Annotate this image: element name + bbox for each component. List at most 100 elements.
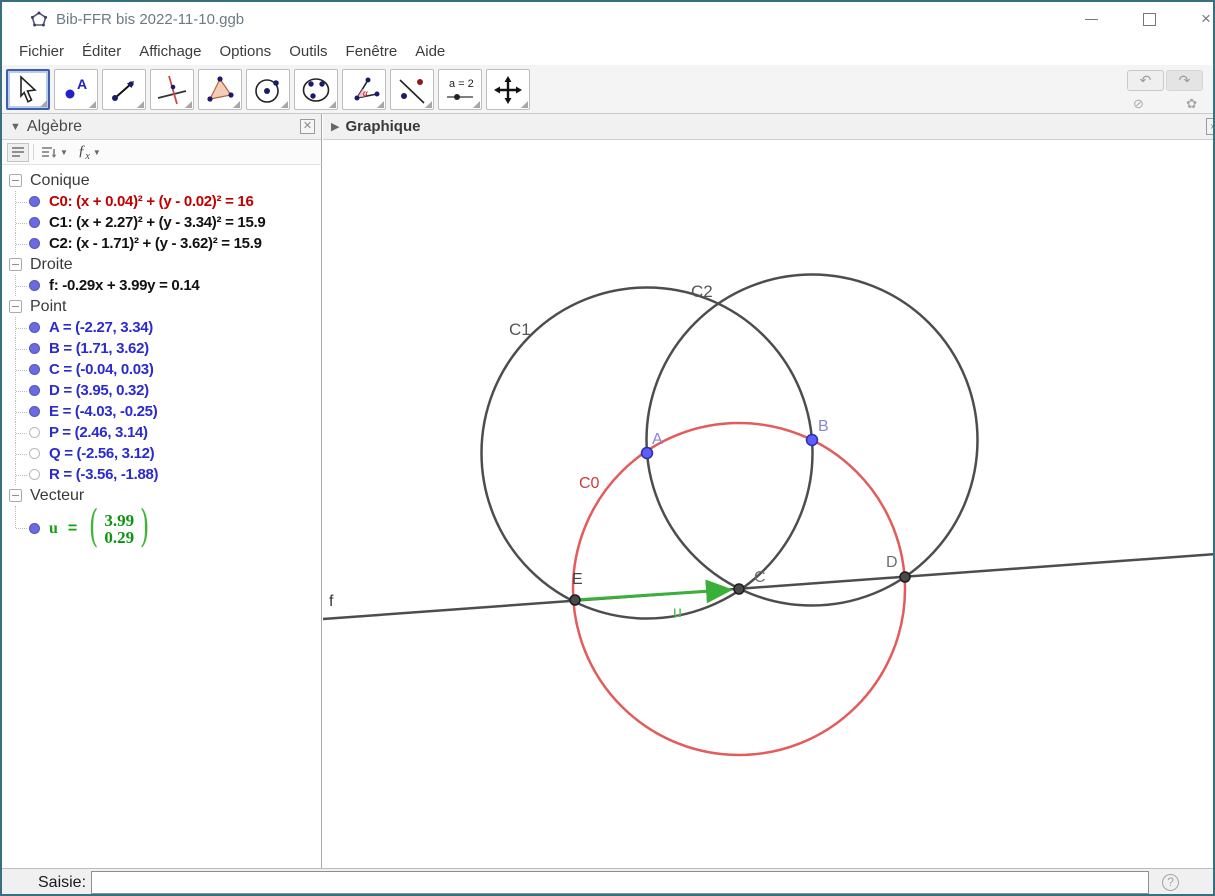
- collapse-box-icon[interactable]: [9, 300, 22, 313]
- menu-options[interactable]: Options: [210, 43, 280, 60]
- conic-tool-button[interactable]: [294, 69, 338, 110]
- object-Q[interactable]: Q = (-2.56, 3.12): [2, 443, 321, 464]
- move-tool-button[interactable]: [6, 69, 50, 110]
- angle-tool-button[interactable]: α: [342, 69, 386, 110]
- object-R[interactable]: R = (-3.56, -1.88): [2, 464, 321, 485]
- help-icon[interactable]: ⊘: [1133, 96, 1144, 112]
- right-paren: ): [140, 507, 149, 547]
- group-point[interactable]: Point: [2, 296, 321, 317]
- conic-icon: [300, 74, 332, 106]
- point-C[interactable]: [734, 584, 744, 594]
- graphics-panel-header: ▶ Graphique ›: [323, 114, 1215, 140]
- polygon-icon: [204, 74, 236, 106]
- redo-button[interactable]: ↷: [1166, 70, 1203, 91]
- object-C2[interactable]: C2: (x - 1.71)² + (y - 3.62)² = 15.9: [2, 233, 321, 254]
- visibility-dot-icon[interactable]: [29, 280, 40, 291]
- polygon-tool-button[interactable]: [198, 69, 242, 110]
- object-A[interactable]: A = (-2.27, 3.34): [2, 317, 321, 338]
- algebra-style-bar: ▼ ƒx▼: [2, 140, 322, 165]
- title-bar: Bib-FFR bis 2022-11-10.ggb ×: [2, 2, 1213, 38]
- point-A[interactable]: [642, 448, 653, 459]
- construction-drawing: C1 C2 C0 A B C D E u f: [323, 140, 1215, 868]
- visibility-dot-icon[interactable]: [29, 427, 40, 438]
- menu-editer[interactable]: Éditer: [73, 43, 130, 60]
- label-A: A: [652, 431, 663, 448]
- move-graphics-view-icon: [492, 74, 524, 106]
- menu-fichier[interactable]: Fichier: [10, 43, 73, 60]
- visibility-dot-icon[interactable]: [29, 322, 40, 333]
- close-button[interactable]: ×: [1183, 2, 1215, 36]
- object-C[interactable]: C = (-0.04, 0.03): [2, 359, 321, 380]
- visibility-dot-icon[interactable]: [29, 523, 40, 534]
- visibility-dot-icon[interactable]: [29, 469, 40, 480]
- visibility-dot-icon[interactable]: [29, 343, 40, 354]
- input-help-icon[interactable]: ?: [1162, 874, 1179, 891]
- move-view-tool-button[interactable]: [486, 69, 530, 110]
- menu-fenetre[interactable]: Fenêtre: [337, 43, 407, 60]
- circle-tool-button[interactable]: [246, 69, 290, 110]
- object-f[interactable]: f: -0.29x + 3.99y = 0.14: [2, 275, 321, 296]
- slider-tool-button[interactable]: a = 2: [438, 69, 482, 110]
- algebra-close-icon[interactable]: ✕: [300, 119, 315, 134]
- settings-gear-icon[interactable]: ✿: [1186, 96, 1197, 112]
- visibility-dot-icon[interactable]: [29, 364, 40, 375]
- collapse-box-icon[interactable]: [9, 258, 22, 271]
- graphics-panel-title: Graphique: [345, 118, 420, 135]
- visibility-dot-icon[interactable]: [29, 217, 40, 228]
- collapse-box-icon[interactable]: [9, 174, 22, 187]
- reflect-about-line-icon: [396, 74, 428, 106]
- expand-triangle-icon[interactable]: ▶: [331, 120, 339, 133]
- point-B[interactable]: [807, 435, 818, 446]
- svg-text:α: α: [363, 88, 368, 98]
- angle-icon: α: [348, 74, 380, 106]
- visibility-dot-icon[interactable]: [29, 406, 40, 417]
- vector-icon: [108, 74, 140, 106]
- point-D[interactable]: [900, 572, 910, 582]
- reflect-tool-button[interactable]: [390, 69, 434, 110]
- object-E[interactable]: E = (-4.03, -0.25): [2, 401, 321, 422]
- object-C0[interactable]: C0: (x + 0.04)² + (y - 0.02)² = 16: [2, 191, 321, 212]
- sort-objects-icon[interactable]: ▼: [38, 143, 71, 162]
- label-D: D: [886, 554, 898, 571]
- vector-tool-button[interactable]: [102, 69, 146, 110]
- menu-bar: Fichier Éditer Affichage Options Outils …: [2, 38, 1213, 65]
- visibility-dot-icon[interactable]: [29, 238, 40, 249]
- group-vecteur[interactable]: Vecteur: [2, 485, 321, 506]
- group-conique[interactable]: Conique: [2, 170, 321, 191]
- point-icon: A: [60, 74, 92, 106]
- visibility-dot-icon[interactable]: [29, 196, 40, 207]
- label-B: B: [818, 418, 829, 435]
- perpendicular-line-icon: [156, 74, 188, 106]
- label-C2: C2: [691, 282, 713, 301]
- object-P[interactable]: P = (2.46, 3.14): [2, 422, 321, 443]
- auxiliary-objects-icon[interactable]: [7, 143, 29, 162]
- command-input[interactable]: [91, 871, 1149, 894]
- graphics-close-icon[interactable]: ›: [1206, 118, 1215, 135]
- menu-outils[interactable]: Outils: [280, 43, 336, 60]
- undo-button[interactable]: ↶: [1127, 70, 1164, 91]
- maximize-button[interactable]: [1126, 2, 1172, 36]
- collapse-triangle-icon[interactable]: ▼: [10, 121, 21, 133]
- point-tool-button[interactable]: A: [54, 69, 98, 110]
- perpendicular-line-tool-button[interactable]: [150, 69, 194, 110]
- object-u[interactable]: u = ( 3.99 0.29 ): [2, 506, 321, 552]
- vector-u[interactable]: [575, 590, 727, 600]
- point-E[interactable]: [570, 595, 580, 605]
- label-C1: C1: [509, 320, 531, 339]
- object-B[interactable]: B = (1.71, 3.62): [2, 338, 321, 359]
- visibility-dot-icon[interactable]: [29, 385, 40, 396]
- graphics-view[interactable]: C1 C2 C0 A B C D E u f: [323, 140, 1215, 868]
- visibility-dot-icon[interactable]: [29, 448, 40, 459]
- tool-bar: A α a = 2: [2, 65, 1213, 114]
- left-paren: (: [89, 507, 98, 547]
- group-droite[interactable]: Droite: [2, 254, 321, 275]
- algebra-panel-title: Algèbre: [27, 118, 82, 136]
- fx-filter-icon[interactable]: ƒx▼: [75, 143, 104, 162]
- collapse-box-icon[interactable]: [9, 489, 22, 502]
- object-C1[interactable]: C1: (x + 2.27)² + (y - 3.34)² = 15.9: [2, 212, 321, 233]
- minimize-button[interactable]: [1068, 2, 1114, 36]
- geogebra-logo-icon: [30, 11, 48, 34]
- menu-aide[interactable]: Aide: [406, 43, 454, 60]
- object-D[interactable]: D = (3.95, 0.32): [2, 380, 321, 401]
- menu-affichage[interactable]: Affichage: [130, 43, 210, 60]
